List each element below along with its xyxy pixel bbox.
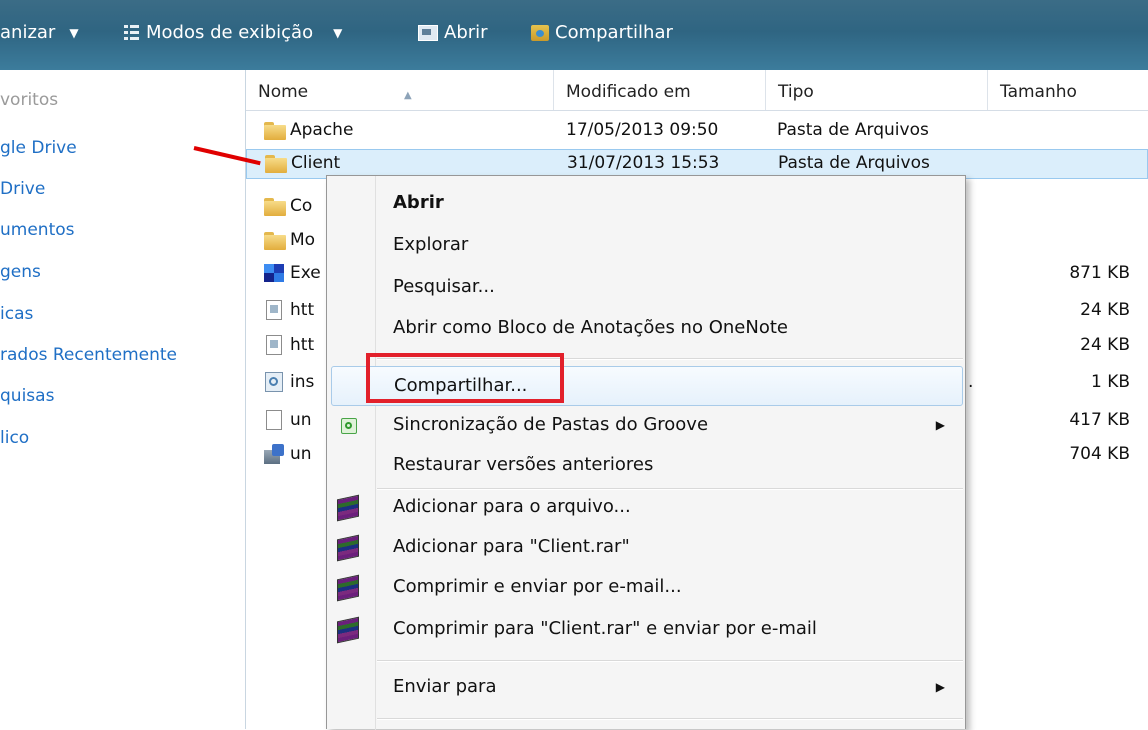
command-bar: anizar ▼ Modos de exibição ▼ Abrir Compa… — [0, 0, 1148, 70]
file-name: un — [290, 410, 312, 430]
installer-icon — [264, 444, 286, 464]
column-header-modified[interactable]: Modificado em — [554, 70, 766, 110]
folder-icon — [264, 232, 286, 250]
table-row[interactable]: Apache 17/05/2013 09:50 Pasta de Arquivo… — [246, 116, 1148, 146]
submenu-arrow-icon: ▶ — [935, 680, 945, 694]
winrar-icon — [337, 574, 359, 602]
menu-item-label: Comprimir e enviar por e-mail... — [393, 576, 682, 597]
winrar-icon — [337, 534, 359, 562]
nav-item-recent[interactable]: rados Recentemente — [0, 345, 177, 365]
column-header-name[interactable]: ▲ Nome — [246, 70, 554, 110]
folder-icon — [265, 155, 287, 173]
views-button[interactable]: Modos de exibição ▼ — [124, 22, 342, 43]
sort-ascending-icon: ▲ — [404, 90, 412, 101]
truncation-dot: . — [968, 372, 974, 392]
file-size: 417 KB — [1069, 410, 1130, 430]
column-header-bar: ▲ Nome Modificado em Tipo Tamanho — [246, 70, 1148, 111]
menu-item-send-to[interactable]: Enviar para ▶ — [327, 668, 965, 708]
navigation-pane: voritos gle Drive Drive umentos gens ica… — [0, 70, 245, 729]
share-label: Compartilhar — [555, 22, 673, 43]
chevron-down-icon: ▼ — [333, 25, 343, 40]
column-header-type-label: Tipo — [778, 82, 814, 102]
context-menu: Abrir Explorar Pesquisar... Abrir como B… — [326, 175, 966, 730]
file-size: 704 KB — [1069, 444, 1130, 464]
file-type: Pasta de Arquivos — [778, 153, 930, 173]
file-name: ins — [290, 372, 315, 392]
menu-item-groove-sync[interactable]: Sincronização de Pastas do Groove ▶ — [327, 406, 965, 446]
menu-item-label: Abrir como Bloco de Anotações no OneNote — [393, 317, 788, 338]
file-name: un — [290, 444, 312, 464]
menu-item-restore-versions[interactable]: Restaurar versões anteriores — [327, 446, 965, 486]
file-modified: 31/07/2013 15:53 — [567, 153, 720, 173]
nav-item-searches[interactable]: quisas — [0, 386, 54, 406]
menu-item-add-to-archive[interactable]: Adicionar para o arquivo... — [327, 488, 965, 528]
settings-file-icon — [265, 372, 283, 392]
share-icon — [531, 24, 549, 41]
menu-item-label: Abrir — [393, 192, 444, 213]
groove-sync-icon — [341, 418, 357, 434]
share-toolbar-button[interactable]: Compartilhar — [531, 22, 673, 43]
column-header-size-label: Tamanho — [1000, 82, 1077, 102]
chevron-down-icon: ▼ — [69, 25, 79, 40]
menu-item-label: Sincronização de Pastas do Groove — [393, 414, 709, 435]
executable-icon — [264, 264, 284, 282]
column-header-size[interactable]: Tamanho — [988, 70, 1148, 110]
menu-item-label: Enviar para — [393, 676, 497, 697]
file-size: 24 KB — [1080, 300, 1130, 320]
document-icon — [266, 300, 282, 320]
menu-item-explore[interactable]: Explorar — [327, 226, 965, 266]
file-name: Mo — [290, 230, 316, 250]
nav-item-music[interactable]: icas — [0, 304, 33, 324]
menu-item-search[interactable]: Pesquisar... — [327, 268, 965, 308]
column-header-modified-label: Modificado em — [566, 82, 691, 102]
nav-item-google-drive[interactable]: gle Drive — [0, 138, 77, 158]
nav-item-documents[interactable]: umentos — [0, 220, 75, 240]
folder-icon — [264, 122, 286, 140]
menu-item-label: Explorar — [393, 234, 469, 255]
organize-label: anizar — [0, 22, 56, 43]
nav-item-drive[interactable]: Drive — [0, 179, 45, 199]
file-modified: 17/05/2013 09:50 — [566, 120, 719, 140]
menu-separator — [377, 718, 963, 720]
menu-item-label: Comprimir para "Client.rar" e enviar por… — [393, 618, 817, 639]
column-header-name-label: Nome — [258, 82, 309, 102]
menu-item-compress-email[interactable]: Comprimir e enviar por e-mail... — [327, 568, 965, 608]
file-name: htt — [290, 335, 315, 355]
views-label: Modos de exibição — [146, 22, 314, 43]
submenu-arrow-icon: ▶ — [935, 418, 945, 432]
menu-separator — [377, 660, 963, 662]
winrar-icon — [337, 616, 359, 644]
nav-item-public[interactable]: lico — [0, 428, 29, 448]
annotation-highlight-box — [366, 353, 564, 403]
file-size: 24 KB — [1080, 335, 1130, 355]
column-header-type[interactable]: Tipo — [766, 70, 988, 110]
organize-button[interactable]: anizar ▼ — [0, 22, 79, 43]
file-name: Exe — [290, 263, 321, 283]
blank-file-icon — [266, 410, 282, 430]
menu-item-label: Pesquisar... — [393, 276, 495, 297]
file-size: 871 KB — [1069, 263, 1130, 283]
menu-item-compress-rar-email[interactable]: Comprimir para "Client.rar" e enviar por… — [327, 610, 965, 650]
menu-item-label: Adicionar para o arquivo... — [393, 496, 631, 517]
winrar-icon — [337, 494, 359, 522]
menu-item-add-to-client-rar[interactable]: Adicionar para "Client.rar" — [327, 528, 965, 568]
menu-item-open-onenote[interactable]: Abrir como Bloco de Anotações no OneNote — [327, 309, 965, 349]
file-size: 1 KB — [1090, 372, 1130, 392]
folder-icon — [264, 198, 286, 216]
open-button[interactable]: Abrir — [418, 22, 488, 43]
document-icon — [266, 335, 282, 355]
open-icon — [418, 24, 438, 41]
favorites-header: voritos — [0, 90, 59, 110]
nav-item-images[interactable]: gens — [0, 262, 41, 282]
file-name: Co — [290, 196, 313, 216]
file-name: htt — [290, 300, 315, 320]
file-type: Pasta de Arquivos — [777, 120, 929, 140]
menu-item-label: Adicionar para "Client.rar" — [393, 536, 630, 557]
open-label: Abrir — [444, 22, 488, 43]
views-icon — [124, 24, 140, 41]
menu-item-open[interactable]: Abrir — [327, 184, 965, 224]
menu-item-label: Restaurar versões anteriores — [393, 454, 654, 475]
file-name: Apache — [290, 120, 354, 140]
file-name: Client — [291, 153, 341, 173]
